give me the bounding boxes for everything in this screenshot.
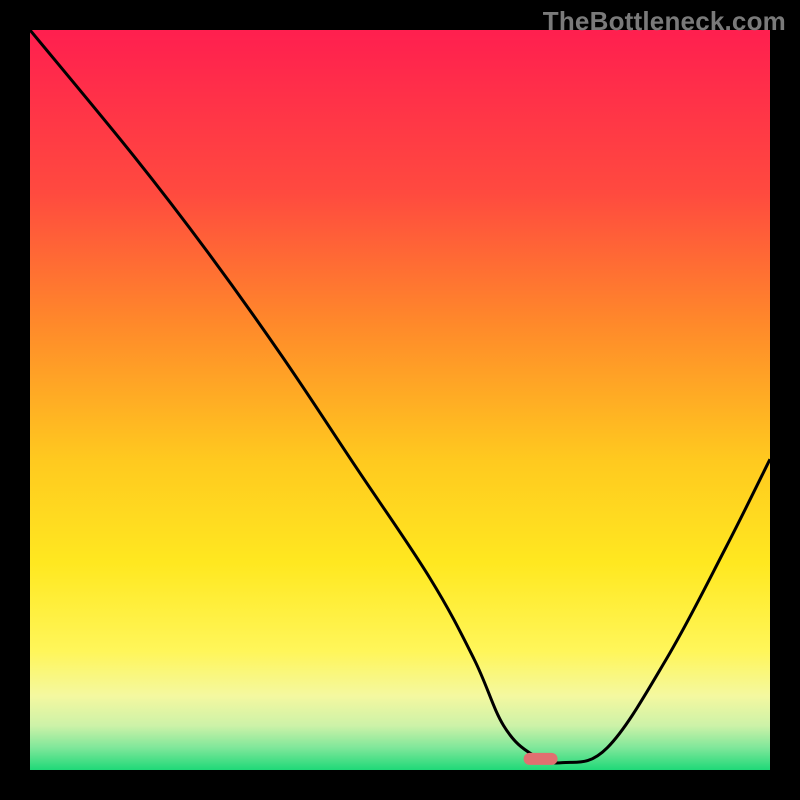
watermark-text: TheBottleneck.com (543, 6, 786, 37)
plot-area (30, 30, 770, 770)
optimum-marker (524, 753, 558, 765)
chart-container: TheBottleneck.com (0, 0, 800, 800)
gradient-background (30, 30, 770, 770)
